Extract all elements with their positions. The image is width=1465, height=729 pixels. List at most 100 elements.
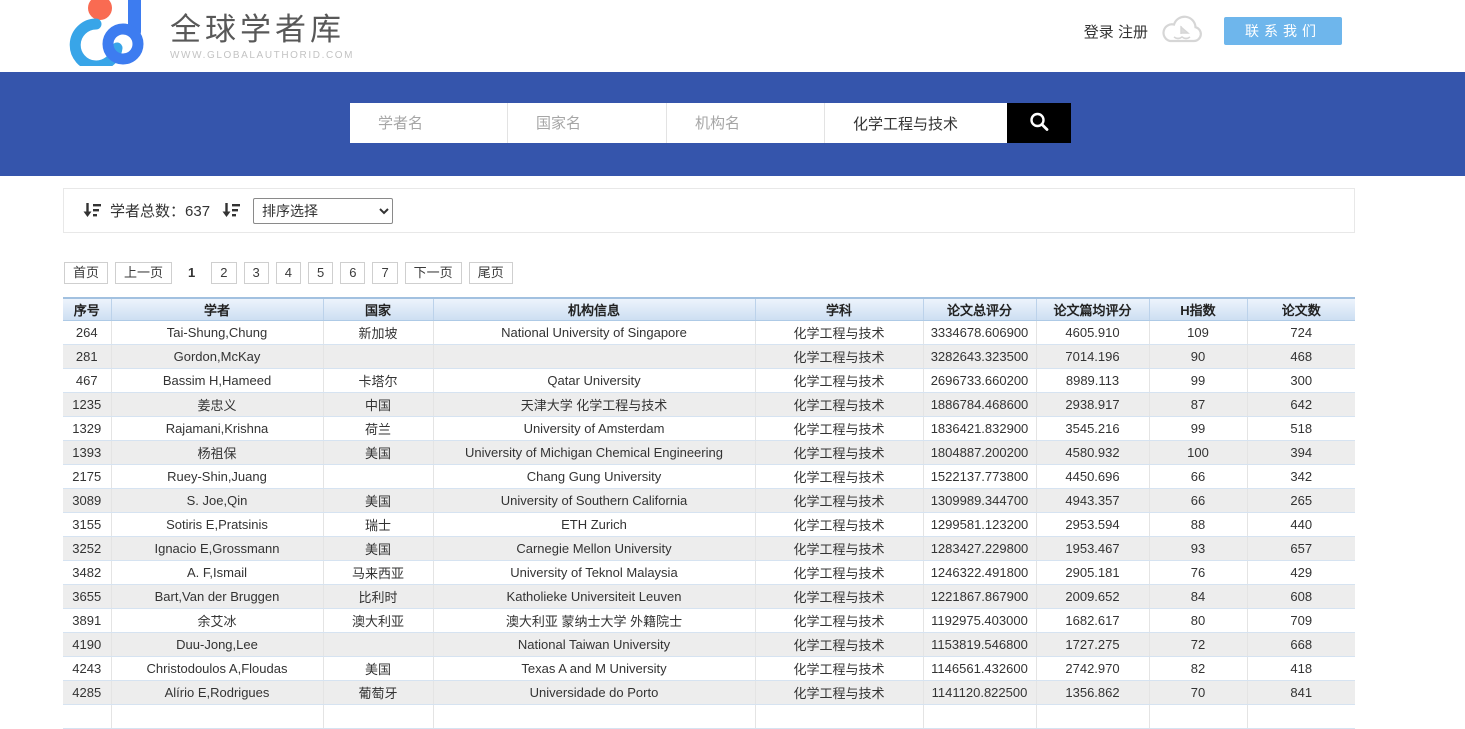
cell-scholar: Tai-Shung,Chung <box>111 321 323 345</box>
cell-paper-count: 342 <box>1247 465 1355 489</box>
page-button-4[interactable]: 4 <box>276 262 301 284</box>
column-header-avg-score: 论文篇均评分 <box>1036 298 1149 321</box>
table-row[interactable]: 2175Ruey-Shin,JuangChang Gung University… <box>63 465 1355 489</box>
cell-total-score: 1299581.123200 <box>923 513 1036 537</box>
cell-paper-count: 657 <box>1247 537 1355 561</box>
site-logo[interactable]: 全球学者库 WWW.GLOBALAUTHORID.COM <box>66 0 354 66</box>
cell-h-index: 82 <box>1149 657 1247 681</box>
page-button-2[interactable]: 2 <box>211 262 236 284</box>
cell-scholar: Ruey-Shin,Juang <box>111 465 323 489</box>
cell-discipline: 化学工程与技术 <box>755 441 923 465</box>
cell-paper-count: 709 <box>1247 609 1355 633</box>
page-button-1[interactable]: 1 <box>179 262 204 284</box>
page-button-6[interactable]: 6 <box>340 262 365 284</box>
cell-avg-score: 2742.970 <box>1036 657 1149 681</box>
brand-logo-icon <box>66 0 164 66</box>
header-actions: 登录 注册 联系我们 <box>1084 0 1342 62</box>
cell-rank: 3655 <box>63 585 111 609</box>
table-row[interactable]: 1235姜忠义中国天津大学 化学工程与技术化学工程与技术1886784.4686… <box>63 393 1355 417</box>
table-row[interactable]: 3089S. Joe,Qin美国University of Southern C… <box>63 489 1355 513</box>
column-header-scholar: 学者 <box>111 298 323 321</box>
cell-total-score: 1146561.432600 <box>923 657 1036 681</box>
page-button-5[interactable]: 5 <box>308 262 333 284</box>
register-link[interactable]: 注册 <box>1118 24 1148 41</box>
cell-h-index: 66 <box>1149 465 1247 489</box>
cell-institution: 澳大利亚 蒙纳士大学 外籍院士 <box>433 609 755 633</box>
prev-page-button[interactable]: 上一页 <box>115 262 172 284</box>
table-row[interactable]: 3252Ignacio E,Grossmann美国Carnegie Mellon… <box>63 537 1355 561</box>
cell-paper-count: 300 <box>1247 369 1355 393</box>
cell-scholar: Gordon,McKay <box>111 345 323 369</box>
table-row[interactable]: 4243Christodoulos A,Floudas美国Texas A and… <box>63 657 1355 681</box>
table-row[interactable]: 281Gordon,McKay化学工程与技术3282643.3235007014… <box>63 345 1355 369</box>
cell-paper-count: 724 <box>1247 321 1355 345</box>
sort-select[interactable]: 排序选择 <box>253 198 393 224</box>
institution-name-input[interactable] <box>667 103 825 143</box>
brand-url: WWW.GLOBALAUTHORID.COM <box>170 50 354 61</box>
discipline-input[interactable] <box>825 103 1007 143</box>
cell-institution: University of Michigan Chemical Engineer… <box>433 441 755 465</box>
cell-scholar: Rajamani,Krishna <box>111 417 323 441</box>
table-row[interactable]: 3655Bart,Van der Bruggen比利时Katholieke Un… <box>63 585 1355 609</box>
table-row[interactable]: 4285Alírio E,Rodrigues葡萄牙Universidade do… <box>63 681 1355 705</box>
cell-avg-score: 2009.652 <box>1036 585 1149 609</box>
login-link[interactable]: 登录 <box>1084 24 1114 41</box>
table-row[interactable]: 3891余艾冰澳大利亚澳大利亚 蒙纳士大学 外籍院士化学工程与技术1192975… <box>63 609 1355 633</box>
page-button-3[interactable]: 3 <box>244 262 269 284</box>
cell-h-index: 88 <box>1149 513 1247 537</box>
column-header-rank: 序号 <box>63 298 111 321</box>
contact-us-button[interactable]: 联系我们 <box>1224 17 1342 45</box>
sort-amount-desc-icon[interactable] <box>83 202 101 219</box>
cell-paper-count: 608 <box>1247 585 1355 609</box>
cell-rank: 4285 <box>63 681 111 705</box>
column-header-institution: 机构信息 <box>433 298 755 321</box>
cell-rank: 3891 <box>63 609 111 633</box>
table-row[interactable]: 467Bassim H,Hameed卡塔尔Qatar University化学工… <box>63 369 1355 393</box>
cell-country: 葡萄牙 <box>323 681 433 705</box>
first-page-button[interactable]: 首页 <box>64 262 108 284</box>
cell-country: 荷兰 <box>323 417 433 441</box>
cell-rank: 4243 <box>63 657 111 681</box>
cell-scholar: Alírio E,Rodrigues <box>111 681 323 705</box>
cell-h-index: 66 <box>1149 489 1247 513</box>
search-button[interactable] <box>1007 103 1071 143</box>
table-row[interactable]: 1329Rajamani,Krishna荷兰University of Amst… <box>63 417 1355 441</box>
table-row[interactable]: 4190Duu-Jong,LeeNational Taiwan Universi… <box>63 633 1355 657</box>
cell-institution: University of Teknol Malaysia <box>433 561 755 585</box>
cell-discipline: 化学工程与技术 <box>755 561 923 585</box>
scholar-name-input[interactable] <box>350 103 508 143</box>
cell-total-score: 1283427.229800 <box>923 537 1036 561</box>
table-row[interactable]: 1393杨祖保美国University of Michigan Chemical… <box>63 441 1355 465</box>
page-button-7[interactable]: 7 <box>372 262 397 284</box>
cell-discipline: 化学工程与技术 <box>755 681 923 705</box>
cell-institution: Chang Gung University <box>433 465 755 489</box>
cell-country: 美国 <box>323 657 433 681</box>
last-page-button[interactable]: 尾页 <box>469 262 513 284</box>
cell-country: 新加坡 <box>323 321 433 345</box>
country-name-input[interactable] <box>508 103 667 143</box>
cell-paper-count: 668 <box>1247 633 1355 657</box>
cell-scholar: Sotiris E,Pratsinis <box>111 513 323 537</box>
cell-country <box>323 465 433 489</box>
cell-rank: 1393 <box>63 441 111 465</box>
cell-avg-score: 4450.696 <box>1036 465 1149 489</box>
cell-paper-count: 265 <box>1247 489 1355 513</box>
table-row[interactable]: 3482A. F,Ismail马来西亚University of Teknol … <box>63 561 1355 585</box>
next-page-button[interactable]: 下一页 <box>405 262 462 284</box>
table-row[interactable]: 264Tai-Shung,Chung新加坡National University… <box>63 321 1355 345</box>
cell-h-index: 72 <box>1149 633 1247 657</box>
cell-country: 中国 <box>323 393 433 417</box>
cell-total-score: 1141120.822500 <box>923 681 1036 705</box>
scholars-table: 序号学者国家机构信息学科论文总评分论文篇均评分H指数论文数 264Tai-Shu… <box>63 297 1355 729</box>
cell-avg-score: 4943.357 <box>1036 489 1149 513</box>
cell-country: 美国 <box>323 489 433 513</box>
cell-discipline: 化学工程与技术 <box>755 369 923 393</box>
cell-rank: 4190 <box>63 633 111 657</box>
cell-total-score: 1522137.773800 <box>923 465 1036 489</box>
sort-amount-desc-icon-2[interactable] <box>222 202 240 219</box>
cell-discipline: 化学工程与技术 <box>755 321 923 345</box>
cell-total-score: 1836421.832900 <box>923 417 1036 441</box>
cell-h-index: 93 <box>1149 537 1247 561</box>
table-row[interactable]: 3155Sotiris E,Pratsinis瑞士ETH Zurich化学工程与… <box>63 513 1355 537</box>
auth-links: 登录 注册 <box>1084 21 1148 42</box>
